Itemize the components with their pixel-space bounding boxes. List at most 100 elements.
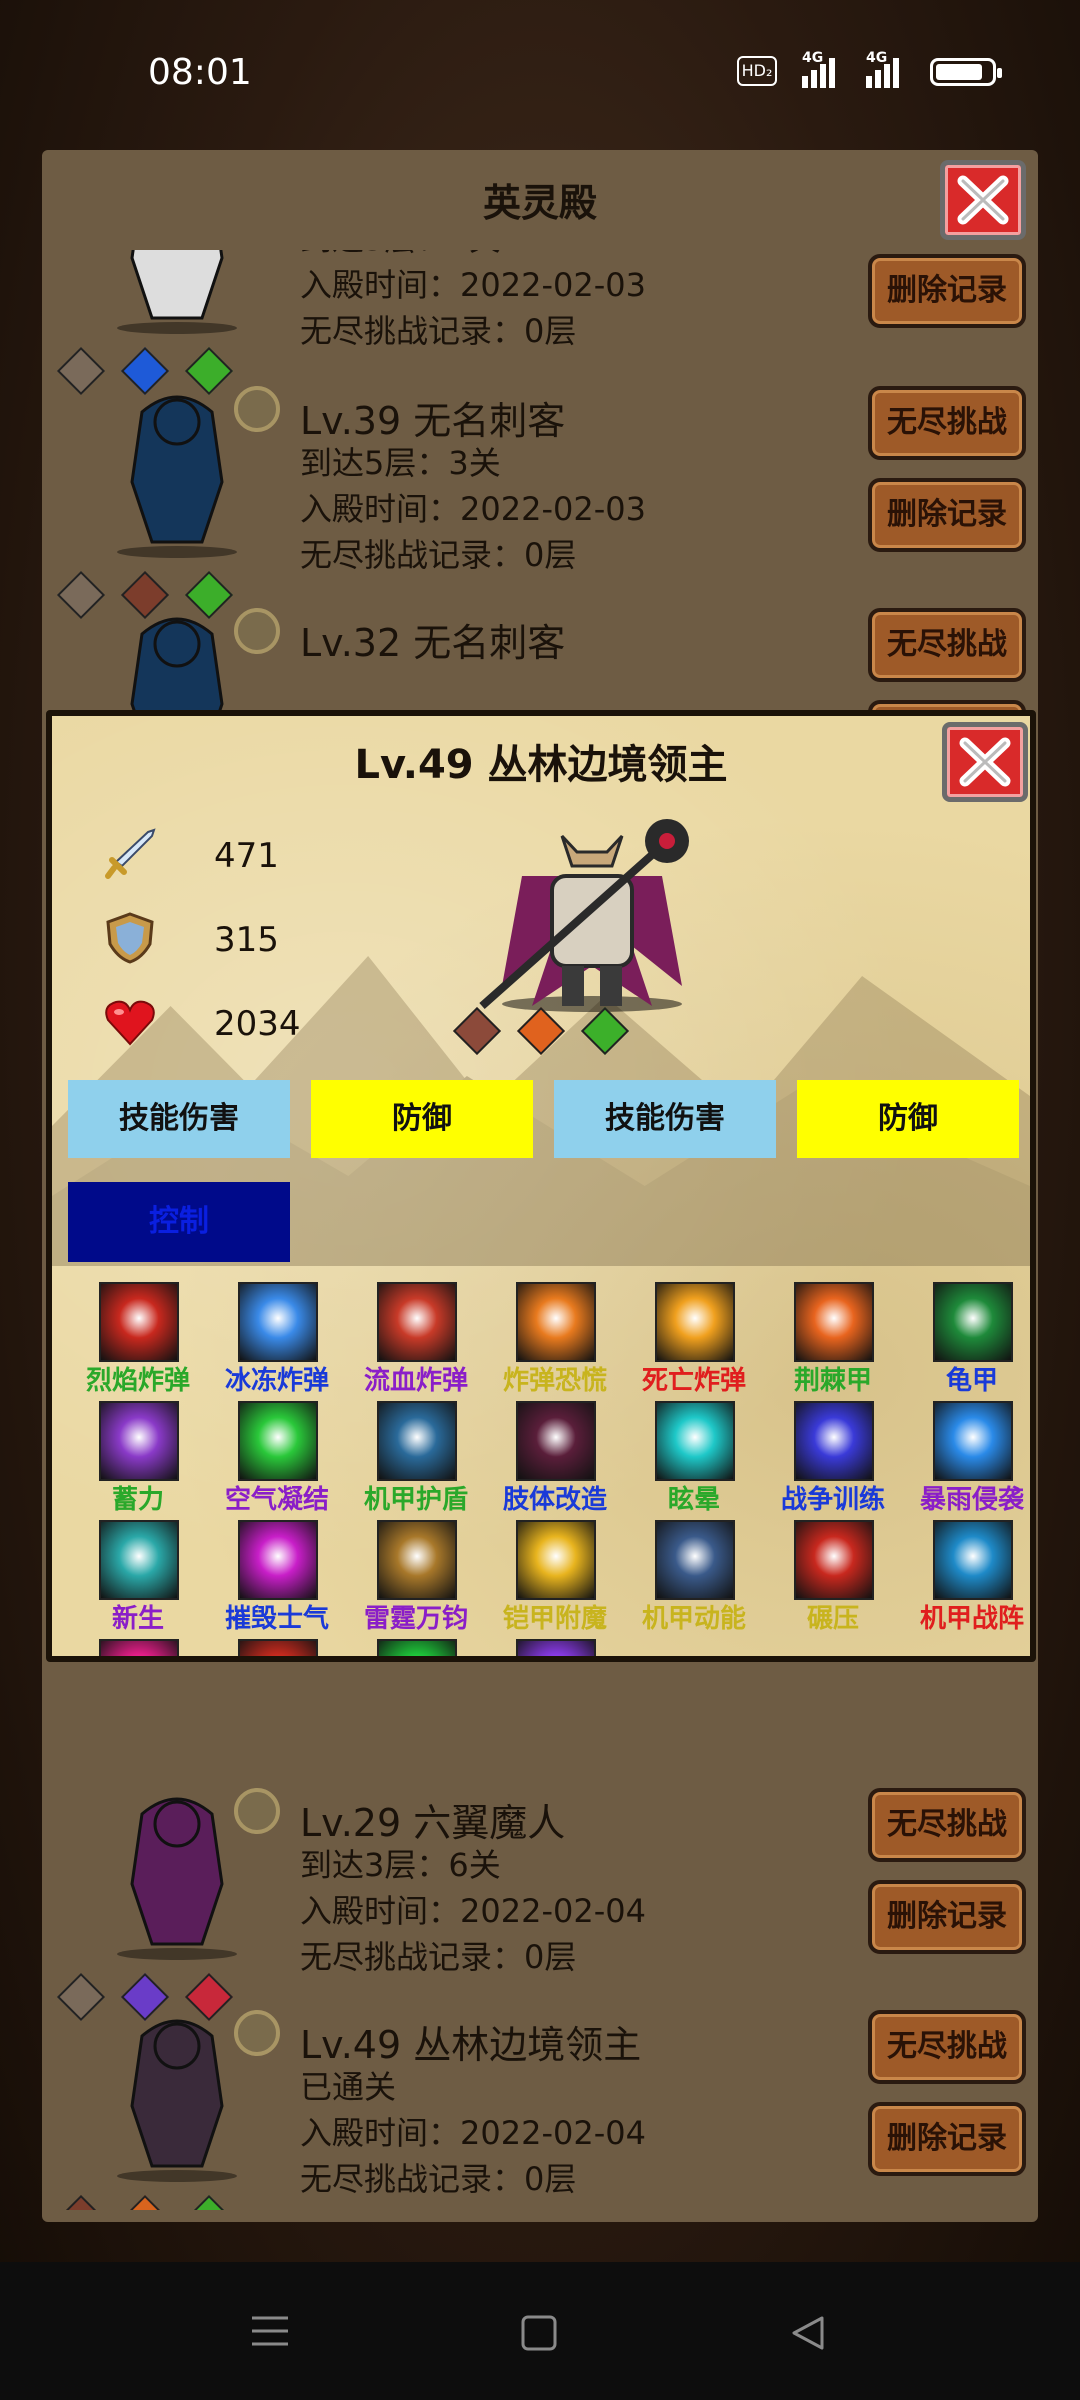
skill-item[interactable]: 铠甲附魔: [485, 1520, 619, 1638]
skill-icon: [516, 1520, 596, 1600]
trait-tag: 技能伤害: [68, 1080, 290, 1158]
skill-item[interactable]: 雷霆万钧: [346, 1520, 480, 1638]
skill-name: 铠甲附魔: [502, 1604, 607, 1634]
detail-gem-slots: [452, 1006, 672, 1058]
hall-record-row: Lv.49 丛林边境领主 已通关 入殿时间：2022-02-04 无尽挑战记录：0层 无…: [42, 2006, 1038, 2210]
skill-item[interactable]: 战争训练: [763, 1401, 897, 1519]
close-detail-button[interactable]: [942, 722, 1028, 802]
hero-name: Lv.39 无名刺客: [300, 399, 566, 443]
gem-icon: [452, 1006, 502, 1056]
skill-name: 眩晕: [667, 1485, 720, 1515]
skill-item[interactable]: 烈焰炸弹: [68, 1282, 202, 1400]
endless-challenge-button[interactable]: 无尽挑战: [868, 608, 1026, 682]
skill-item[interactable]: 碾压: [763, 1520, 897, 1638]
hall-record-row: Lv.29 六翼魔人 到达3层：6关 入殿时间：2022-02-04 无尽挑战记录：0…: [42, 1784, 1038, 2022]
skill-item[interactable]: 流血炸弹: [346, 1282, 480, 1400]
trait-tag: 技能伤害: [554, 1080, 776, 1158]
skill-item[interactable]: 眩晕: [624, 1401, 758, 1519]
hero-endless: 无尽挑战记录：0层: [300, 1938, 577, 1976]
hero-avatar: [117, 250, 237, 334]
skill-name: 机甲动能: [641, 1604, 746, 1634]
endless-challenge-button[interactable]: 无尽挑战: [868, 386, 1026, 460]
delete-record-button[interactable]: 删除记录: [868, 2102, 1026, 2176]
skill-icon: [516, 1401, 596, 1481]
skill-item[interactable]: 摧毁士气: [207, 1520, 341, 1638]
defense-value: 315: [214, 920, 279, 960]
skill-item[interactable]: 冰冻炸弹: [207, 1282, 341, 1400]
skill-name: 死亡炸弹: [641, 1366, 746, 1396]
skill-icon: [794, 1520, 874, 1600]
hero-date: 入殿时间：2022-02-04: [300, 2114, 646, 2152]
gem-icon: [184, 2194, 234, 2210]
skill-icon: [655, 1282, 735, 1362]
skill-item[interactable]: 炸弹恐慌: [485, 1282, 619, 1400]
system-nav-bar: [0, 2262, 1080, 2400]
detail-title: Lv.49 丛林边境领主: [354, 742, 728, 788]
skill-item[interactable]: 机甲战阵: [902, 1520, 1028, 1638]
skill-icon: [99, 1282, 179, 1362]
menu-icon[interactable]: [250, 2314, 290, 2348]
skill-icon: [516, 1639, 596, 1656]
skill-grid[interactable]: 烈焰炸弹 冰冻炸弹 流血炸弹 炸弹恐慌 死亡炸弹 荆棘甲 龟甲 蓄力 空气凝结 …: [68, 1282, 1028, 1656]
skill-name: 空气凝结: [224, 1485, 329, 1515]
hall-title: 英灵殿: [482, 181, 597, 225]
skill-name: 碾压: [806, 1604, 859, 1634]
hall-record-row: 到达5层：7关入殿时间：2022-02-03 无尽挑战记录：0层 删除记录: [42, 250, 1038, 396]
skill-item[interactable]: 暴雨侵袭: [902, 1401, 1028, 1519]
jungle-lord-portrait: [479, 819, 689, 1012]
skill-item[interactable]: 机甲护盾: [346, 1401, 480, 1519]
close-icon: [959, 737, 1011, 787]
hero-badge-icon: [234, 608, 280, 654]
skill-icon: [655, 1520, 735, 1600]
skill-item[interactable]: [485, 1639, 619, 1656]
skill-item[interactable]: [207, 1639, 341, 1656]
skill-name: 摧毁士气: [224, 1604, 329, 1634]
skill-name: 机甲护盾: [363, 1485, 468, 1515]
skill-item[interactable]: 龟甲: [902, 1282, 1028, 1400]
hero-endless: 无尽挑战记录：0层: [300, 2160, 577, 2198]
hero-date: 入殿时间：2022-02-03: [300, 266, 646, 304]
skill-icon: [99, 1401, 179, 1481]
hall-record-row: Lv.39 无名刺客 到达5层：3关 入殿时间：2022-02-03 无尽挑战记录：0…: [42, 382, 1038, 620]
delete-record-button[interactable]: 删除记录: [868, 1880, 1026, 1954]
hero-progress: 到达5层：7关: [300, 250, 501, 260]
skill-item[interactable]: 荆棘甲: [763, 1282, 897, 1400]
skill-name: 新生: [111, 1604, 164, 1634]
back-icon[interactable]: [788, 2314, 826, 2352]
skill-icon: [655, 1401, 735, 1481]
endless-challenge-button[interactable]: 无尽挑战: [868, 1788, 1026, 1862]
hero-name: Lv.29 六翼魔人: [300, 1801, 566, 1845]
hero-name: Lv.49 丛林边境领主: [300, 2023, 642, 2067]
skill-item[interactable]: 机甲动能: [624, 1520, 758, 1638]
delete-record-button[interactable]: 删除记录: [868, 254, 1026, 328]
skill-item[interactable]: 死亡炸弹: [624, 1282, 758, 1400]
skill-name: 暴雨侵袭: [919, 1485, 1024, 1515]
skill-icon: [377, 1639, 457, 1656]
skill-icon: [377, 1520, 457, 1600]
skill-item[interactable]: 空气凝结: [207, 1401, 341, 1519]
skill-name: 荆棘甲: [793, 1366, 872, 1396]
skill-name: 肢体改造: [502, 1485, 607, 1515]
endless-challenge-button[interactable]: 无尽挑战: [868, 2010, 1026, 2084]
skill-icon: [99, 1520, 179, 1600]
skill-item[interactable]: 蓄力: [68, 1401, 202, 1519]
skill-name: 战争训练: [780, 1485, 885, 1515]
hero-badge-icon: [234, 386, 280, 432]
trait-tag: 防御: [311, 1080, 533, 1158]
skill-item[interactable]: [346, 1639, 480, 1656]
tag-control: 控制: [68, 1182, 290, 1262]
skill-name: 冰冻炸弹: [224, 1366, 329, 1396]
delete-record-button[interactable]: 删除记录: [868, 478, 1026, 552]
skill-name: 烈焰炸弹: [85, 1366, 190, 1396]
skill-icon: [377, 1401, 457, 1481]
hero-date: 入殿时间：2022-02-03: [300, 490, 646, 528]
skill-item[interactable]: 新生: [68, 1520, 202, 1638]
skill-item[interactable]: 肢体改造: [485, 1401, 619, 1519]
skill-item[interactable]: [68, 1639, 202, 1656]
hero-date: 入殿时间：2022-02-04: [300, 1892, 646, 1930]
skill-icon: [377, 1282, 457, 1362]
home-icon[interactable]: [520, 2314, 558, 2352]
close-hall-button[interactable]: [940, 160, 1026, 240]
hero-progress: 到达5层：3关: [300, 444, 501, 482]
hd-voice-icon: HD₂: [737, 56, 777, 86]
